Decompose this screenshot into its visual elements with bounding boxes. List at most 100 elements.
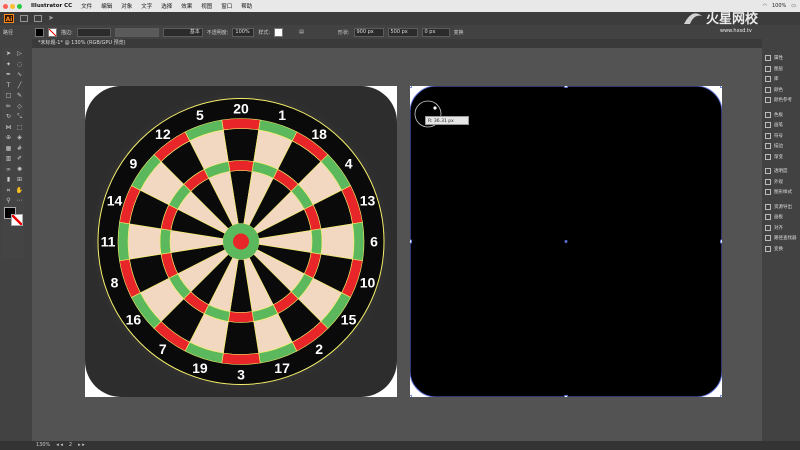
paintbrush-tool-icon[interactable]: ✎ (15, 91, 24, 101)
slice-tool-icon[interactable]: ⌗ (4, 186, 13, 196)
symbol-sprayer-tool-icon[interactable]: ✺ (15, 165, 24, 175)
transform-link[interactable]: 变换 (454, 29, 464, 36)
artboard-number[interactable]: 2 (69, 441, 72, 450)
handle-bottom-right[interactable] (720, 395, 723, 398)
panel-item-3[interactable]: 颜色 (762, 85, 800, 96)
menu-help[interactable]: 帮助 (241, 2, 252, 10)
width-tool-icon[interactable]: ⋈ (4, 123, 13, 133)
type-tool-icon[interactable]: T (4, 81, 13, 91)
mesh-tool-icon[interactable]: # (15, 144, 24, 154)
dartboard-artwork[interactable]: 20 1 18 4 13 6 10 15 2 17 3 19 7 16 8 11 14 9 12 5 (85, 86, 397, 397)
menu-object[interactable]: 对象 (121, 2, 132, 10)
selected-rounded-rectangle[interactable] (410, 86, 722, 397)
pencil-tool-icon[interactable]: ✏ (4, 102, 13, 112)
artboard-navigation[interactable]: ◂ ◂ (56, 441, 63, 450)
menu-select[interactable]: 选择 (161, 2, 172, 10)
panel-item-label: 图层 (774, 66, 783, 72)
handle-top-right[interactable] (720, 86, 723, 88)
curvature-tool-icon[interactable]: ∿ (15, 70, 24, 80)
live-paint-tool-icon[interactable]: ◈ (15, 133, 24, 143)
panel-item-1[interactable]: 图层 (762, 64, 800, 75)
stroke-swatch[interactable] (48, 27, 58, 37)
gpu-rocket-icon[interactable]: ➤ (48, 15, 56, 22)
app-name-menu[interactable]: Illustrator CC (31, 3, 72, 9)
menu-window[interactable]: 窗口 (221, 2, 232, 10)
fill-stroke-widget[interactable] (4, 206, 24, 227)
menu-edit[interactable]: 编辑 (101, 2, 112, 10)
minimize-window-button[interactable] (10, 3, 15, 9)
corner-radius-field[interactable]: 0 px (421, 27, 450, 37)
menu-effect[interactable]: 效果 (181, 2, 192, 10)
lasso-tool-icon[interactable]: ◌ (15, 60, 24, 70)
menu-type[interactable]: 文字 (141, 2, 152, 10)
handle-middle-left[interactable] (410, 239, 412, 244)
panel-item-11[interactable]: 外观 (762, 177, 800, 188)
perspective-grid-tool-icon[interactable]: ▦ (4, 144, 13, 154)
width-field[interactable]: 900 px (353, 27, 384, 37)
pen-tool-icon[interactable]: ✒ (4, 70, 13, 80)
panel-item-7[interactable]: 符号 (762, 131, 800, 142)
document-tab[interactable]: *未标题-1* @ 130% (RGB/GPU 预览) (32, 39, 762, 48)
panel-item-12[interactable]: 图形样式 (762, 187, 800, 198)
zoom-level[interactable]: 130% (36, 441, 50, 450)
rotate-tool-icon[interactable]: ↻ (4, 112, 13, 122)
close-window-button[interactable] (3, 3, 8, 9)
handle-top-left[interactable] (410, 86, 412, 88)
eyedropper-tool-icon[interactable]: ✐ (15, 154, 24, 164)
panel-item-16[interactable]: 路径查找器 (762, 233, 800, 244)
graphic-style-swatch[interactable] (274, 27, 284, 37)
free-transform-tool-icon[interactable]: ⬚ (15, 123, 24, 133)
handle-bottom-left[interactable] (410, 395, 412, 398)
stroke-weight-field[interactable] (76, 27, 111, 37)
stroke-color-box[interactable] (11, 213, 23, 226)
panel-item-10[interactable]: 透明度 (762, 166, 800, 177)
align-icon[interactable]: ▤ (299, 29, 304, 35)
artboard-navigation-next[interactable]: ▸ ▸ (78, 441, 85, 450)
panel-item-label: 符号 (774, 133, 783, 139)
hand-tool-icon[interactable]: ✋ (15, 186, 24, 196)
variable-width-select[interactable] (114, 27, 159, 37)
panel-item-6[interactable]: 画笔 (762, 120, 800, 131)
outer-single-segment (320, 223, 355, 260)
maximize-window-button[interactable] (17, 3, 22, 9)
height-field[interactable]: 500 px (387, 27, 418, 37)
double-ring-segment (221, 118, 261, 131)
brush-definition-select[interactable]: 基本 (162, 27, 203, 37)
panel-item-17[interactable]: 变换 (762, 244, 800, 255)
blend-tool-icon[interactable]: ∞ (4, 165, 13, 175)
panel-item-0[interactable]: 属性 (762, 53, 800, 64)
bridge-icon[interactable] (20, 15, 28, 22)
panel-item-4[interactable]: 颜色参考 (762, 95, 800, 106)
panel-item-14[interactable]: 画板 (762, 212, 800, 223)
panel-item-15[interactable]: 对齐 (762, 223, 800, 234)
panel-item-5[interactable]: 色板 (762, 110, 800, 121)
panel-item-label: 属性 (774, 56, 783, 62)
fill-swatch[interactable] (35, 27, 45, 37)
artboard-tool-icon[interactable]: ⊞ (15, 175, 24, 185)
panel-item-2[interactable]: 库 (762, 74, 800, 85)
menu-view[interactable]: 视图 (201, 2, 212, 10)
rectangle-tool-icon[interactable]: □ (4, 91, 13, 101)
panel-item-13[interactable]: 资源导出 (762, 202, 800, 213)
arrange-documents-icon[interactable] (34, 15, 42, 22)
panel-item-8[interactable]: 描边 (762, 141, 800, 152)
corner-widget-dot[interactable] (433, 106, 437, 110)
magic-wand-tool-icon[interactable]: ✦ (4, 60, 13, 70)
line-tool-icon[interactable]: ╱ (15, 81, 24, 91)
scale-tool-icon[interactable]: ⤡ (15, 112, 24, 122)
edit-toolbar-icon[interactable]: ⋯ (15, 196, 24, 206)
shape-builder-tool-icon[interactable]: ⊕ (4, 133, 13, 143)
panel-item-9[interactable]: 渐变 (762, 152, 800, 163)
direct-selection-tool-icon[interactable]: ▷ (15, 49, 24, 59)
graph-tool-icon[interactable]: ▮ (4, 175, 13, 185)
eraser-tool-icon[interactable]: ◇ (15, 102, 24, 112)
handle-top-center[interactable] (564, 86, 568, 88)
menu-file[interactable]: 文件 (81, 2, 92, 10)
gradient-tool-icon[interactable]: ▥ (4, 154, 13, 164)
selection-tool-icon[interactable]: ➤ (4, 49, 13, 59)
opacity-field[interactable]: 100% (232, 27, 255, 37)
opacity-label[interactable]: 不透明度: (207, 29, 229, 36)
handle-bottom-center[interactable] (564, 395, 568, 398)
zoom-tool-icon[interactable]: ⚲ (4, 196, 13, 206)
handle-middle-right[interactable] (720, 239, 723, 244)
